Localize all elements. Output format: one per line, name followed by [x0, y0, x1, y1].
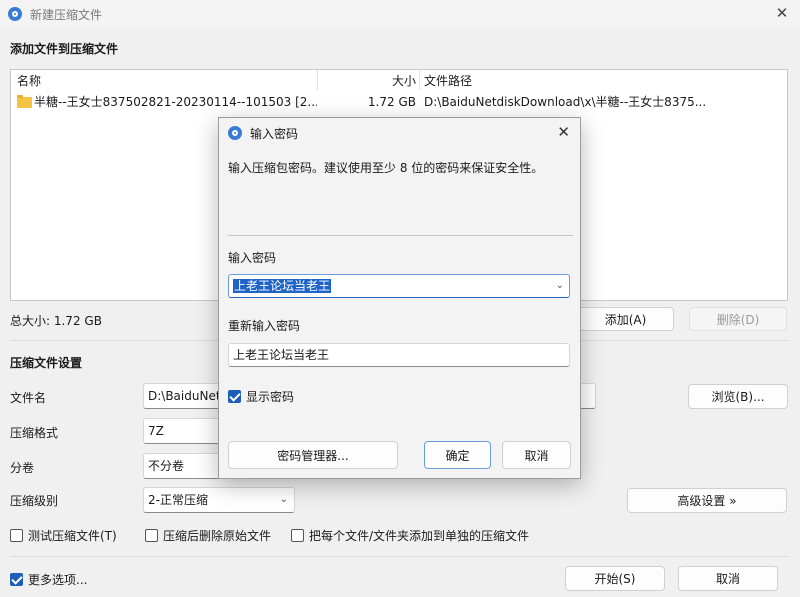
format-value: 7Z [148, 424, 164, 438]
dialog-description: 输入压缩包密码。建议使用至少 8 位的密码来保证安全性。 [228, 161, 544, 175]
file-size: 1.72 GB [367, 95, 416, 109]
dialog-cancel-button[interactable]: 取消 [502, 441, 571, 469]
more-options-label: 更多选项... [28, 573, 88, 587]
checkbox-box[interactable] [10, 529, 23, 542]
format-label: 压缩格式 [10, 426, 59, 440]
column-divider[interactable] [317, 70, 318, 90]
show-password-label: 显示密码 [246, 390, 295, 404]
column-header-name[interactable]: 名称 [17, 70, 41, 92]
file-row[interactable]: 半糖--王女士837502821-20230114--101503 [2... … [11, 92, 787, 112]
footer-divider [10, 556, 788, 557]
separate-archives-checkbox[interactable]: 把每个文件/文件夹添加到单独的压缩文件 [291, 527, 529, 544]
password-dialog: 输入密码 ✕ 输入压缩包密码。建议使用至少 8 位的密码来保证安全性。 输入密码… [218, 117, 581, 479]
checkbox-checked[interactable] [10, 573, 23, 586]
folder-icon [17, 95, 32, 108]
password-combo[interactable]: 上老王论坛当老王 ⌄ [228, 274, 570, 298]
files-section-title: 添加文件到压缩文件 [10, 42, 119, 56]
settings-section-title: 压缩文件设置 [10, 356, 83, 370]
checkbox-checked[interactable] [228, 390, 241, 403]
test-archive-checkbox[interactable]: 测试压缩文件(T) [10, 527, 117, 544]
reenter-password-field[interactable]: 上老王论坛当老王 [228, 343, 570, 367]
dialog-divider [228, 235, 573, 236]
reenter-label: 重新输入密码 [228, 319, 301, 333]
volume-value: 不分卷 [148, 459, 185, 473]
level-select[interactable]: 2-正常压缩 ⌄ [143, 487, 295, 513]
dialog-app-icon [228, 126, 242, 140]
password-value: 上老王论坛当老王 [233, 279, 332, 293]
more-options-checkbox[interactable]: 更多选项... [10, 571, 87, 588]
start-button[interactable]: 开始(S) [565, 566, 665, 591]
dialog-title-bar: 输入密码 ✕ [219, 118, 580, 148]
separate-archives-label: 把每个文件/文件夹添加到单独的压缩文件 [309, 529, 530, 543]
browse-button[interactable]: 浏览(B)... [688, 384, 788, 409]
dialog-title: 输入密码 [250, 126, 299, 141]
app-icon [8, 7, 22, 21]
window-title: 新建压缩文件 [30, 7, 103, 22]
password-label: 输入密码 [228, 251, 277, 265]
delete-button[interactable]: 删除(D) [689, 307, 787, 331]
file-path: D:\BaiduNetdiskDownload\x\半糖--王女士8375... [424, 95, 707, 109]
volume-label: 分卷 [10, 461, 35, 475]
column-header-path[interactable]: 文件路径 [424, 70, 472, 92]
filename-label: 文件名 [10, 391, 47, 405]
add-button[interactable]: 添加(A) [577, 307, 674, 331]
show-password-checkbox[interactable]: 显示密码 [228, 388, 294, 405]
advanced-settings-button[interactable]: 高级设置 » [627, 488, 787, 513]
ok-button[interactable]: 确定 [424, 441, 491, 469]
total-size: 总大小: 1.72 GB [10, 314, 102, 328]
title-bar: 新建压缩文件 ✕ [0, 0, 800, 28]
column-divider[interactable] [419, 70, 420, 90]
password-manager-button[interactable]: 密码管理器... [228, 441, 398, 469]
test-archive-label: 测试压缩文件(T) [28, 529, 117, 543]
level-label: 压缩级别 [10, 494, 59, 508]
chevron-down-icon: ⌄ [279, 494, 288, 505]
cancel-button[interactable]: 取消 [678, 566, 778, 591]
checkbox-box[interactable] [291, 529, 304, 542]
checkbox-box[interactable] [145, 529, 158, 542]
level-value: 2-正常压缩 [148, 493, 208, 507]
dialog-close-icon[interactable]: ✕ [557, 123, 570, 141]
file-name: 半糖--王女士837502821-20230114--101503 [2... [34, 95, 317, 109]
delete-after-checkbox[interactable]: 压缩后删除原始文件 [145, 527, 271, 544]
window-close-icon[interactable]: ✕ [770, 2, 794, 24]
chevron-down-icon[interactable]: ⌄ [556, 275, 564, 297]
delete-after-label: 压缩后删除原始文件 [163, 529, 272, 543]
column-header-size[interactable]: 大小 [321, 70, 416, 92]
